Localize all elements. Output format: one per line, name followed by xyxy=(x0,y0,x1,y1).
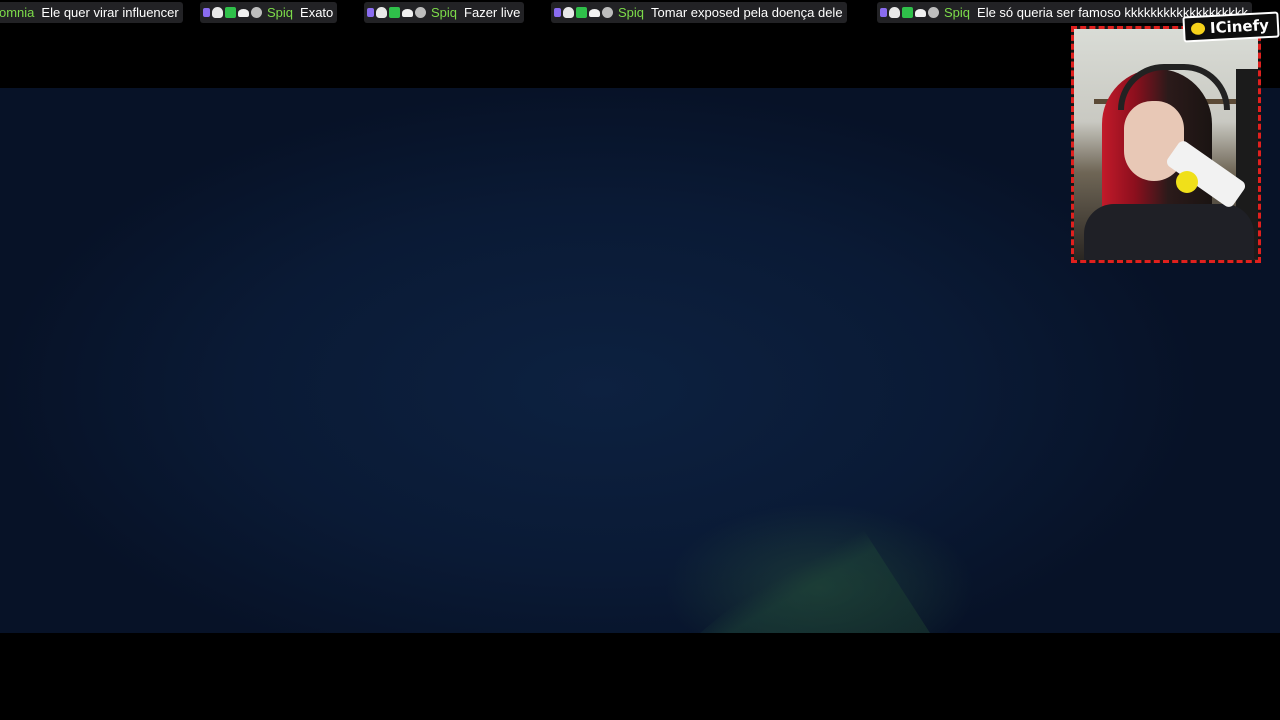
cinefy-logo: ICinefy xyxy=(1182,11,1280,43)
skull-badge-icon xyxy=(889,7,900,18)
purple-badge-icon xyxy=(554,8,561,17)
moon-badge-icon xyxy=(251,7,262,18)
logo-text: ICinefy xyxy=(1209,16,1270,38)
chat-message: Spiq Fazer live xyxy=(364,2,525,23)
chat-username: Spiq xyxy=(431,5,458,20)
microphone-foam xyxy=(1176,171,1198,193)
check-badge-icon xyxy=(902,7,913,18)
chat-text: Exato xyxy=(300,5,334,20)
chat-text: Ele quer virar influencer xyxy=(41,5,179,20)
skull-badge-icon xyxy=(212,7,223,18)
skull-badge-icon xyxy=(563,7,574,18)
check-badge-icon xyxy=(225,7,236,18)
game-light-beam xyxy=(700,508,930,633)
moon-badge-icon xyxy=(602,7,613,18)
chat-ticker: omnia Ele quer virar influencer Spiq Exa… xyxy=(0,0,1280,26)
moon-badge-icon xyxy=(928,7,939,18)
purple-badge-icon xyxy=(880,8,887,17)
streamer-body xyxy=(1084,204,1254,260)
ghost-badge-icon xyxy=(238,8,249,17)
chat-badges xyxy=(554,7,613,18)
chat-text: Fazer live xyxy=(464,5,521,20)
purple-badge-icon xyxy=(203,8,210,17)
chat-badges xyxy=(880,7,939,18)
ghost-badge-icon xyxy=(915,8,926,17)
chat-text: Tomar exposed pela doença dele xyxy=(651,5,843,20)
check-badge-icon xyxy=(576,7,587,18)
chat-message: Spiq Tomar exposed pela doença dele xyxy=(551,2,847,23)
chat-message: Spiq Exato xyxy=(200,2,338,23)
ghost-badge-icon xyxy=(402,8,413,17)
chat-username: Spiq xyxy=(618,5,645,20)
stream-frame: omnia Ele quer virar influencer Spiq Exa… xyxy=(0,0,1280,720)
purple-badge-icon xyxy=(367,8,374,17)
cinefy-logo-icon xyxy=(1190,22,1206,36)
chat-message: omnia Ele quer virar influencer xyxy=(0,2,183,23)
chat-username: Spiq xyxy=(267,5,294,20)
skull-badge-icon xyxy=(376,7,387,18)
moon-badge-icon xyxy=(415,7,426,18)
chat-badges xyxy=(367,7,426,18)
check-badge-icon xyxy=(389,7,400,18)
ghost-badge-icon xyxy=(589,8,600,17)
webcam-overlay xyxy=(1071,26,1261,263)
chat-username: omnia xyxy=(0,5,35,20)
chat-username: Spiq xyxy=(944,5,971,20)
chat-badges xyxy=(203,7,262,18)
